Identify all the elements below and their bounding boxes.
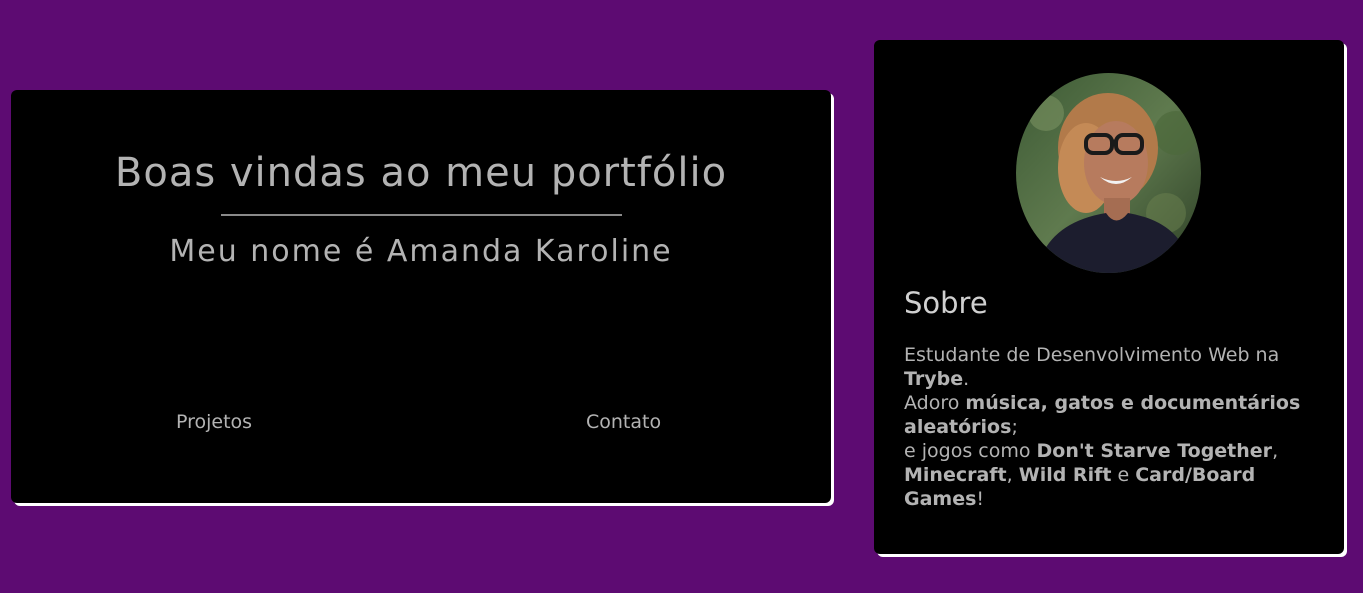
page-title: Boas vindas ao meu portfólio xyxy=(114,150,728,196)
game-name: Wild Rift xyxy=(1018,464,1112,486)
game-name: Minecraft xyxy=(904,464,1007,486)
avatar xyxy=(1016,73,1201,273)
about-text-fragment: , xyxy=(1006,464,1019,486)
title-divider xyxy=(221,214,622,216)
nav-link-contato[interactable]: Contato xyxy=(586,411,661,433)
about-description: Estudante de Desenvolvimento Web na Tryb… xyxy=(904,343,1334,511)
avatar-photo xyxy=(1016,73,1201,273)
about-text-fragment: ! xyxy=(976,488,985,510)
about-text-fragment: Adoro xyxy=(904,392,966,414)
about-text-fragment: Estudante de Desenvolvimento Web na xyxy=(904,344,1280,366)
nav-link-projetos[interactable]: Projetos xyxy=(176,411,252,433)
about-text-fragment: e jogos como xyxy=(904,440,1037,462)
game-name: Don't Starve Together xyxy=(1036,440,1273,462)
about-text-fragment: . xyxy=(963,368,970,390)
about-heading: Sobre xyxy=(904,286,988,320)
about-text-fragment: , xyxy=(1272,440,1279,462)
name-subtitle: Meu nome é Amanda Karoline xyxy=(169,234,673,269)
about-text-fragment: ; xyxy=(1011,416,1018,438)
page: Boas vindas ao meu portfólio Meu nome é … xyxy=(0,0,1363,593)
about-text-bold: Trybe xyxy=(904,368,964,390)
about-text-fragment: e xyxy=(1111,464,1136,486)
